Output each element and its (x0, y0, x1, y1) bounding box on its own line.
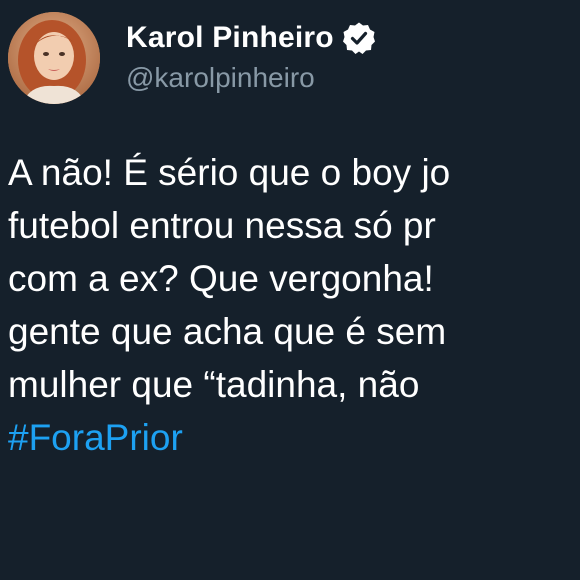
tweet-text-line: gente que acha que é sem (8, 311, 447, 352)
tweet-card: Karol Pinheiro @karolpinheiro A não! É s… (0, 0, 580, 580)
tweet-text-line: A não! É sério que o boy jo (8, 152, 451, 193)
verified-badge-icon (342, 21, 376, 55)
display-name[interactable]: Karol Pinheiro (126, 21, 334, 55)
tweet-text-line: futebol entrou nessa só pr (8, 205, 436, 246)
user-handle[interactable]: @karolpinheiro (126, 62, 315, 94)
tweet-body: A não! É sério que o boy jo futebol entr… (8, 146, 580, 464)
profile-photo-icon (8, 12, 100, 104)
tweet-text-line: mulher que “tadinha, não (8, 364, 420, 405)
user-header: Karol Pinheiro (126, 18, 376, 58)
tweet-text-line: com a ex? Que vergonha! (8, 258, 434, 299)
avatar[interactable] (8, 12, 100, 104)
hashtag-link[interactable]: #ForaPrior (8, 411, 580, 464)
